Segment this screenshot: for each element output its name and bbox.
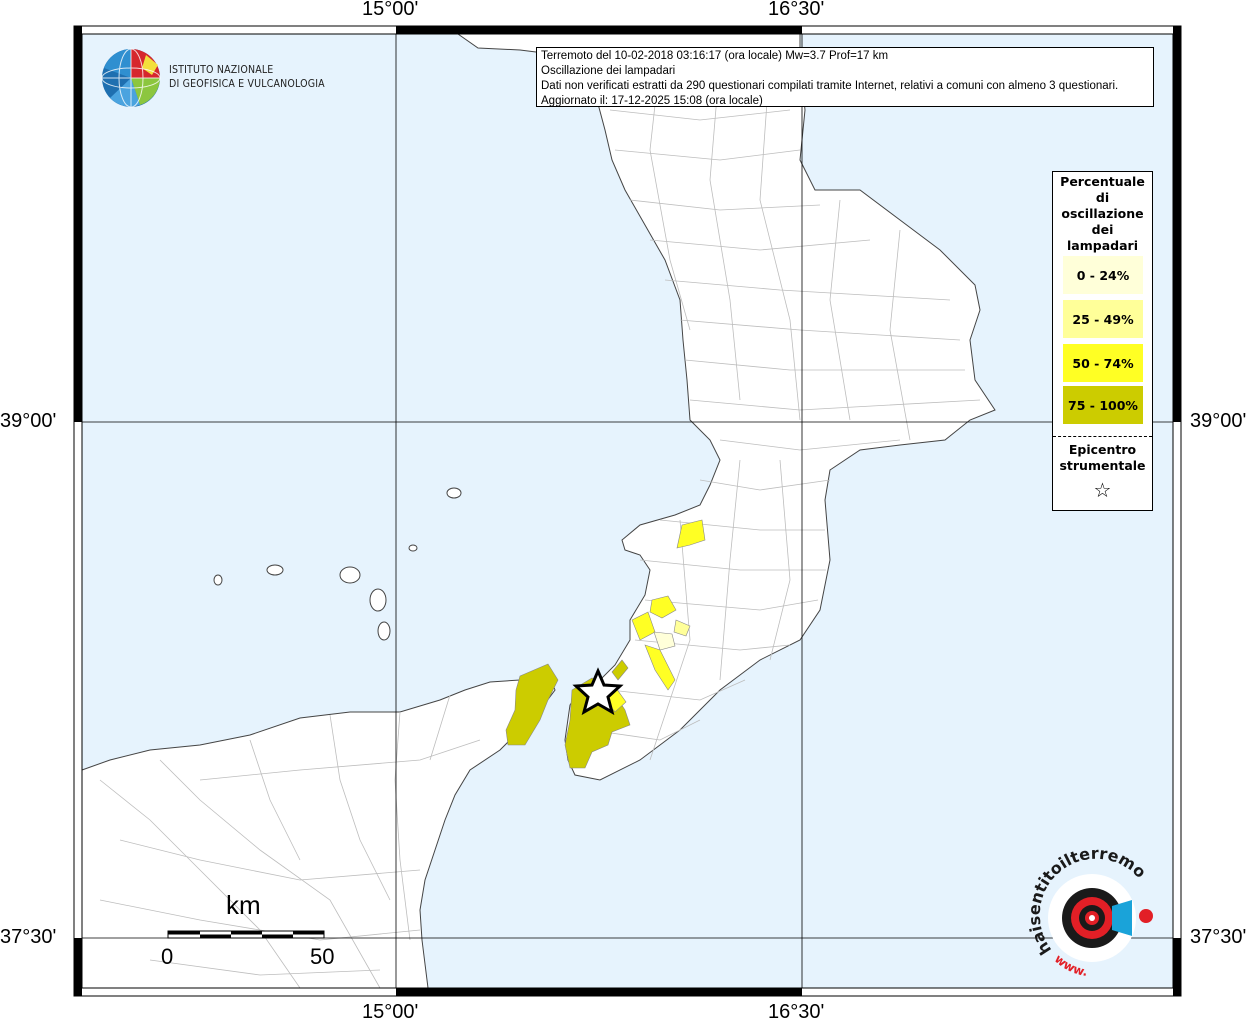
legend-epicenter-line-2: strumentale <box>1059 458 1146 473</box>
lon-top-tick-1: 15°00' <box>362 0 419 20</box>
legend-epicenter-label: Epicentro strumentale <box>1053 442 1152 474</box>
event-info-box: Terremoto del 10-02-2018 03:16:17 (ora l… <box>536 47 1154 107</box>
lat-right-tick-1: 39°00' <box>1190 410 1247 432</box>
legend-item-75-100: 75 - 100% <box>1063 386 1143 424</box>
lat-left-tick-2: 37°30' <box>0 926 57 948</box>
scale-bar-end: 50 <box>310 944 335 969</box>
scale-bar-start: 0 <box>161 944 174 969</box>
intensity-map: haisentitoilterremoto.it www. <box>0 0 1182 997</box>
legend-title-line-5: lampadari <box>1067 238 1138 253</box>
legend-title-line-3: oscillazione <box>1061 206 1144 221</box>
legend: Percentuale di oscillazione dei lampadar… <box>1052 171 1153 511</box>
legend-title-line-4: dei <box>1091 222 1114 237</box>
legend-epicenter-line-1: Epicentro <box>1068 442 1137 457</box>
ingv-globe-icon <box>101 48 161 108</box>
event-info-line-3: Dati non verificati estratti da 290 ques… <box>541 80 1119 92</box>
event-info-line-2: Oscillazione dei lampadari <box>541 65 676 77</box>
lon-bottom-tick-1: 15°00' <box>362 1001 419 1023</box>
event-info-line-4: Aggiornato il: 17-12-2025 15:08 (ora loc… <box>541 95 763 107</box>
scale-bar-unit: km <box>226 890 261 920</box>
legend-item-0-24: 0 - 24% <box>1063 256 1143 294</box>
legend-star-icon: ☆ <box>1093 478 1112 502</box>
lon-top-tick-2: 16°30' <box>768 0 825 20</box>
institute-name: ISTITUTO NAZIONALE DI GEOFISICA E VULCAN… <box>169 63 325 91</box>
lon-bottom-tick-2: 16°30' <box>768 1001 825 1023</box>
lat-left-tick-1: 39°00' <box>0 410 57 432</box>
scale-bar <box>167 930 325 939</box>
legend-title-line-1: Percentuale <box>1060 174 1145 189</box>
lat-right-tick-2: 37°30' <box>1190 926 1247 948</box>
institute-name-line2: DI GEOFISICA E VULCANOLOGIA <box>169 77 325 90</box>
legend-title: Percentuale di oscillazione dei lampadar… <box>1053 174 1152 254</box>
legend-separator <box>1053 436 1152 437</box>
legend-item-25-49: 25 - 49% <box>1063 300 1143 338</box>
legend-item-50-74: 50 - 74% <box>1063 344 1143 382</box>
event-info-line-1: Terremoto del 10-02-2018 03:16:17 (ora l… <box>541 50 889 62</box>
institute-name-line1: ISTITUTO NAZIONALE <box>169 63 274 76</box>
legend-title-line-2: di <box>1095 190 1110 205</box>
